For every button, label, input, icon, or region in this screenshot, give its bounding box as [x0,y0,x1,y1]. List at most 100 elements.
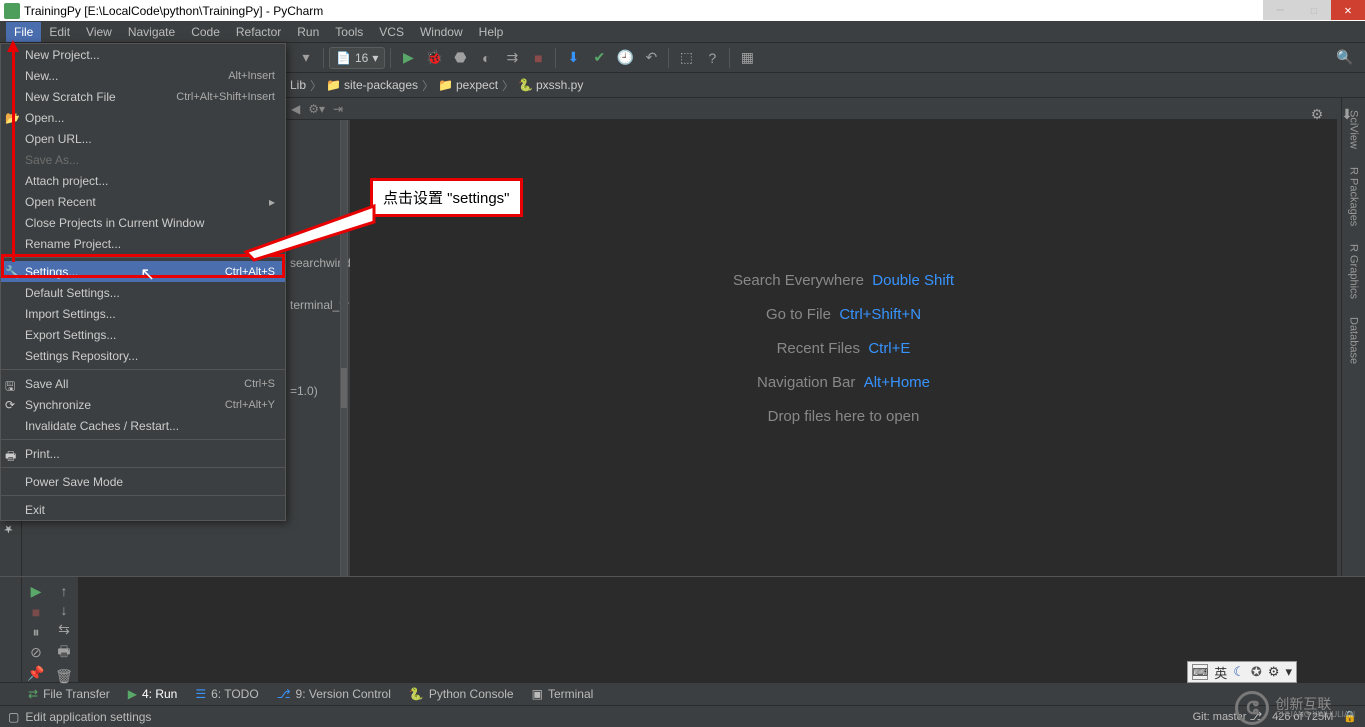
bottom-tool-tabs: ⇄File Transfer ▶4: Run ☰6: TODO ⎇9: Vers… [0,682,1365,705]
menu-refactor[interactable]: Refactor [228,22,289,42]
menu-item-synchronize[interactable]: ⟳SynchronizeCtrl+Alt+Y [1,394,285,415]
breadcrumb-segment[interactable]: Lib [290,78,306,92]
run-coverage-button[interactable]: ⬣ [448,46,472,70]
search-button[interactable]: 🔍 [1333,46,1357,70]
python-file-icon: 🐍 [518,78,533,92]
rpackages-tab[interactable]: R Packages [1346,161,1362,232]
menu-navigate[interactable]: Navigate [120,22,183,42]
menu-item-exit[interactable]: Exit [1,499,285,520]
back-button[interactable]: ⬚ [674,46,698,70]
menu-item-new-project[interactable]: New Project... [1,44,285,65]
ime-sym-icon[interactable]: ✪ [1251,664,1262,680]
ime-keyboard-icon[interactable]: ⌨ [1192,664,1208,680]
python-console-tab[interactable]: 🐍Python Console [409,687,514,701]
debug-button[interactable]: 🐞 [422,46,446,70]
menu-item-save-as[interactable]: Save As... [1,149,285,170]
version-control-tab[interactable]: ⎇9: Version Control [277,687,391,701]
menu-item-open[interactable]: 📂Open... [1,107,285,128]
help-button[interactable]: ? [700,46,724,70]
menu-item-new[interactable]: New...Alt+Insert [1,65,285,86]
breadcrumb-segment[interactable]: 📁site-packages [326,78,418,92]
menu-item-power-save-mode[interactable]: Power Save Mode [1,471,285,492]
gear-icon[interactable]: ⚙▾ [308,102,325,116]
gear-icon[interactable]: ⚙ [1305,102,1329,126]
menu-window[interactable]: Window [412,22,471,42]
print-icon: 🖶 [5,447,19,461]
menu-file[interactable]: File [6,22,41,42]
rgraphics-tab[interactable]: R Graphics [1346,238,1362,305]
quick-hint-navbar: Navigation Bar Alt+Home [757,374,930,391]
database-tab[interactable]: Database [1346,311,1362,370]
window-maximize-button[interactable]: ☐ [1297,0,1331,20]
run-configuration-selector[interactable]: 📄 16 ▾ [329,47,385,69]
watermark: ⵛ 创新互联 CHUANG XINHULIAN [1235,691,1355,725]
menu-run[interactable]: Run [289,22,327,42]
menu-edit[interactable]: Edit [41,22,78,42]
file-menu-dropdown: New Project...New...Alt+InsertNew Scratc… [0,43,286,521]
todo-tab[interactable]: ☰6: TODO [195,687,258,701]
download-icon[interactable]: ⬇ [1335,102,1359,126]
menu-tools[interactable]: Tools [327,22,371,42]
statusbar-toggle-icon[interactable]: ▢ [8,710,19,724]
menu-item-open-url[interactable]: Open URL... [1,128,285,149]
window-close-button[interactable]: ✕ [1331,0,1365,20]
ime-language-bar[interactable]: ⌨ 英 ☾ ✪ ⚙ ▾ [1187,661,1297,683]
structure-icon[interactable]: ▦ [735,46,759,70]
print-icon[interactable]: 🖶 [52,641,76,665]
wrap-icon[interactable]: ⇆ [52,621,76,638]
profile-button[interactable]: ◐ [474,46,498,70]
close-icon[interactable]: ⊘ [24,644,48,661]
breadcrumb-segment[interactable]: 🐍pxssh.py [518,78,583,92]
menu-item-new-scratch-file[interactable]: New Scratch FileCtrl+Alt+Shift+Insert [1,86,285,107]
up-icon[interactable]: ↑ [52,583,76,599]
statusbar: ▢ Edit application settings Git: master … [0,705,1365,727]
expand-icon[interactable]: ⇥ [333,102,343,116]
run-button[interactable]: ▶ [396,46,420,70]
ime-settings-icon[interactable]: ⚙ [1268,664,1280,680]
menu-item-default-settings[interactable]: Default Settings... [1,282,285,303]
vcs-commit-button[interactable]: ✔ [587,46,611,70]
stop-button[interactable]: ■ [526,46,550,70]
sync-icon: ⟳ [5,398,19,412]
ime-chevron-down-icon[interactable]: ▾ [1285,664,1292,680]
down-icon[interactable]: ↓ [52,602,76,618]
vcs-revert-button[interactable]: ↶ [639,46,663,70]
menu-vcs[interactable]: VCS [371,22,412,42]
concurrency-button[interactable]: ⇉ [500,46,524,70]
file-transfer-tab[interactable]: ⇄File Transfer [28,687,110,701]
breadcrumb-segment[interactable]: 📁pexpect [438,78,498,92]
watermark-logo: ⵛ [1235,691,1269,725]
run-output[interactable] [78,577,1365,682]
rerun-button[interactable]: ▶ [24,583,48,600]
quick-hint-gotofile: Go to File Ctrl+Shift+N [766,306,921,323]
python-icon: 🐍 [409,687,424,701]
ime-lang[interactable]: 英 [1214,663,1227,682]
terminal-tab[interactable]: ▣Terminal [532,687,594,701]
pin-icon[interactable]: 📌 [24,665,48,682]
menu-item-invalidate-caches-restart[interactable]: Invalidate Caches / Restart... [1,415,285,436]
pause-icon[interactable]: ⏸ [24,624,48,641]
menu-item-settings-repository[interactable]: Settings Repository... [1,345,285,366]
menu-help[interactable]: Help [471,22,512,42]
trash-icon[interactable]: 🗑 [52,668,76,685]
menu-code[interactable]: Code [183,22,228,42]
tree-item[interactable]: =1.0) [290,384,318,398]
vcs-history-button[interactable]: 🕘 [613,46,637,70]
vcs-update-button[interactable]: ⬇ [561,46,585,70]
menu-item-attach-project[interactable]: Attach project... [1,170,285,191]
menu-item-save-all[interactable]: 🖫Save AllCtrl+S [1,373,285,394]
stop-button[interactable]: ■ [24,603,48,620]
menu-item-export-settings[interactable]: Export Settings... [1,324,285,345]
ime-moon-icon[interactable]: ☾ [1233,664,1245,680]
chevron-left-icon[interactable]: ◀ [291,102,300,116]
window-minimize-button[interactable]: ─ [1263,0,1297,20]
folder-icon: 📁 [438,78,453,92]
scrollbar-vertical[interactable] [340,98,348,576]
vcs-icon: ⎇ [277,687,291,701]
run-tab[interactable]: ▶4: Run [128,687,178,701]
terminal-icon: ▣ [532,687,543,701]
menu-item-import-settings[interactable]: Import Settings... [1,303,285,324]
menu-view[interactable]: View [78,22,120,42]
previous-button[interactable]: ▾ [294,46,318,70]
menu-item-print[interactable]: 🖶Print... [1,443,285,464]
